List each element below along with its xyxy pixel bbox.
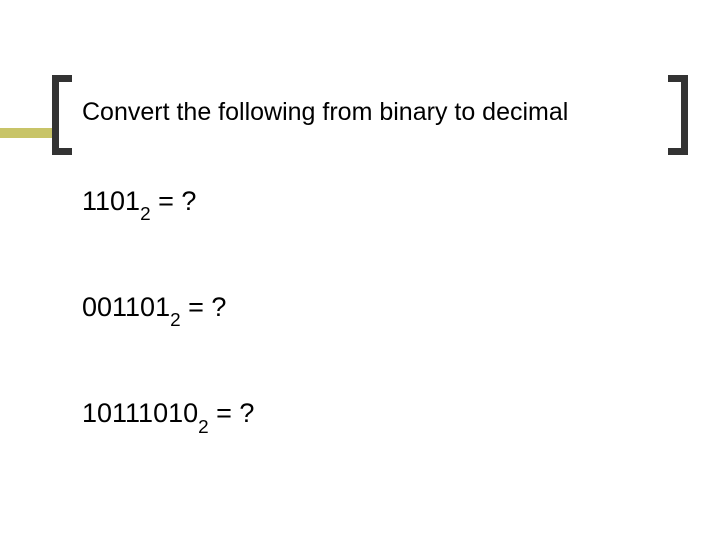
problem-row: 101110102 = ?: [82, 397, 254, 435]
problem-base: 2: [170, 310, 181, 331]
problem-base: 2: [140, 204, 151, 225]
bracket-right-icon: [668, 75, 688, 155]
problem-digits: 001101: [82, 292, 170, 322]
problem-rhs: = ?: [151, 186, 197, 216]
bracket-left-icon: [52, 75, 72, 155]
slide-content: 11012 = ? 0011012 = ? 101110102 = ?: [82, 185, 254, 503]
accent-bar: [0, 128, 52, 138]
slide-title: Convert the following from binary to dec…: [82, 98, 568, 127]
problem-base: 2: [198, 417, 209, 438]
problem-row: 0011012 = ?: [82, 291, 254, 329]
problem-rhs: = ?: [181, 292, 227, 322]
problem-digits: 1101: [82, 186, 140, 216]
problem-rhs: = ?: [209, 398, 255, 428]
problem-digits: 10111010: [82, 398, 198, 428]
problem-row: 11012 = ?: [82, 185, 254, 223]
